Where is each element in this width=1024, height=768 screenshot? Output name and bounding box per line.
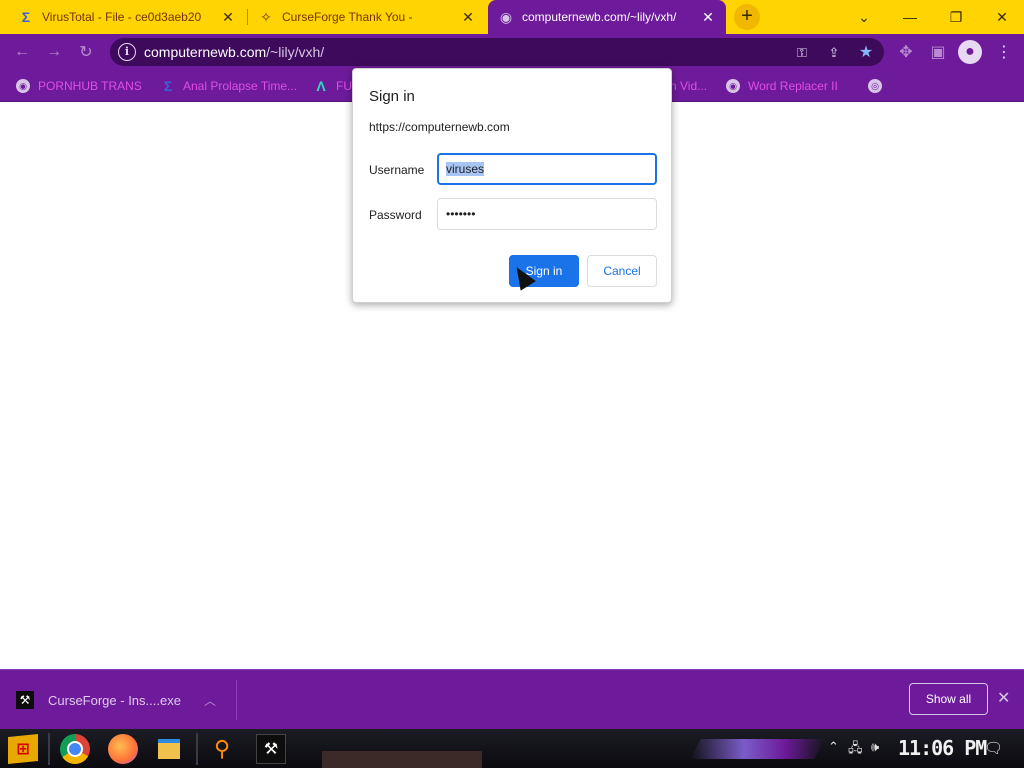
bookmark-label: PORNHUB TRANS	[38, 79, 142, 93]
download-bar: ⚒ CurseForge - Ins....exe ︿ Show all ✕	[0, 669, 1024, 729]
tab-virustotal[interactable]: Σ VirusTotal - File - ce0d3aeb20 ✕	[8, 0, 246, 34]
dialog-origin: https://computernewb.com	[369, 120, 510, 134]
start-button-icon[interactable]: ⊞	[8, 734, 38, 764]
download-filename: CurseForge - Ins....exe	[48, 692, 181, 708]
bookmark-item[interactable]: n Vid...	[670, 77, 707, 95]
chrome-icon: ◎	[868, 79, 882, 93]
search-icon[interactable]: ⚲	[207, 734, 237, 764]
download-item[interactable]: ⚒ CurseForge - Ins....exe ︿	[16, 686, 216, 714]
divider	[236, 680, 237, 720]
taskbar-decoration	[690, 739, 825, 759]
globe-icon: ◉	[726, 79, 740, 93]
reload-icon[interactable]: ↻	[74, 40, 98, 64]
clock[interactable]: 11:06 PM	[898, 736, 987, 760]
username-field[interactable]: viruses	[437, 153, 657, 185]
bookmark-label: n Vid...	[670, 79, 708, 93]
firefox-icon[interactable]	[108, 734, 138, 764]
tab-title: VirusTotal - File - ce0d3aeb20	[42, 10, 202, 24]
share-icon[interactable]: ⇪	[824, 43, 844, 63]
bookmark-item[interactable]: ◉ Word Replacer II	[726, 77, 838, 95]
username-label: Username	[369, 163, 425, 177]
notifications-icon[interactable]: 🗨	[984, 739, 1003, 757]
close-icon[interactable]: ✕	[700, 9, 716, 26]
tab-title: CurseForge Thank You -	[282, 10, 413, 24]
close-window-button[interactable]: ✕	[978, 0, 1024, 34]
bookmark-star-icon[interactable]: ★	[856, 43, 876, 63]
bookmark-label: Anal Prolapse Time...	[183, 79, 298, 93]
curseforge-icon: ⚒	[16, 691, 34, 709]
cancel-button[interactable]: Cancel	[587, 255, 657, 287]
forward-icon[interactable]: →	[42, 40, 66, 64]
dialog-title: Sign in	[369, 88, 415, 105]
taskbar-preview	[322, 751, 482, 768]
chrome-icon[interactable]	[60, 734, 90, 764]
chevron-up-icon[interactable]: ︿	[204, 692, 216, 709]
close-icon[interactable]: ✕	[460, 9, 476, 26]
file-explorer-icon[interactable]	[154, 734, 184, 764]
divider	[196, 733, 198, 765]
restore-button[interactable]: ❐	[932, 0, 980, 34]
profile-avatar-icon[interactable]: ●	[958, 40, 982, 64]
password-value: •••••••	[446, 207, 476, 221]
taskbar: ⊞ ⚲ ⚒ ⌃ 🖧 🕪 11:06 PM 🗨	[0, 729, 1024, 768]
lambda-icon: Λ	[316, 78, 326, 94]
tab-computernewb[interactable]: ◉ computernewb.com/~lily/vxh/ ✕	[488, 0, 726, 34]
close-icon[interactable]: ✕	[997, 688, 1010, 708]
chevron-up-icon[interactable]: ⌃	[828, 739, 839, 755]
divider	[48, 733, 50, 765]
extensions-icon[interactable]: ✥	[894, 40, 918, 64]
virustotal-icon: Σ	[163, 78, 173, 94]
url-host: computernewb.com	[144, 44, 267, 60]
site-info-icon[interactable]: i	[118, 43, 136, 61]
close-icon[interactable]: ✕	[220, 9, 236, 26]
side-panel-icon[interactable]: ▣	[926, 40, 950, 64]
show-all-button[interactable]: Show all	[909, 683, 988, 715]
tab-curseforge[interactable]: ✧ CurseForge Thank You - ✕	[248, 0, 486, 34]
bookmark-item[interactable]: ◎	[868, 77, 882, 95]
volume-icon[interactable]: 🕪	[871, 739, 879, 755]
menu-icon[interactable]: ⋮	[992, 40, 1016, 64]
tab-search-icon[interactable]: ⌄	[840, 0, 888, 34]
username-value: viruses	[446, 162, 485, 176]
key-icon[interactable]: ⚿	[792, 43, 812, 63]
url-path: /~lily/vxh/	[266, 44, 325, 60]
tab-title: computernewb.com/~lily/vxh/	[522, 10, 677, 24]
curseforge-icon[interactable]: ⚒	[256, 734, 286, 764]
browser-toolbar: ← → ↻ i computernewb.com/~lily/vxh/ ⚿ ⇪ …	[0, 34, 1024, 70]
virustotal-icon: Σ	[21, 9, 31, 25]
url-text: computernewb.com/~lily/vxh/	[144, 44, 324, 60]
globe-icon: ◉	[16, 79, 30, 93]
network-icon[interactable]: 🖧	[848, 739, 863, 761]
bookmark-item[interactable]: Σ Anal Prolapse Time...	[161, 77, 297, 95]
curseforge-icon: ✧	[260, 8, 272, 25]
bookmark-item[interactable]: ◉ PORNHUB TRANS	[16, 77, 142, 95]
password-field[interactable]: •••••••	[437, 198, 657, 230]
minimize-button[interactable]: —	[886, 0, 934, 34]
password-label: Password	[369, 208, 422, 222]
tab-strip: Σ VirusTotal - File - ce0d3aeb20 ✕ ✧ Cur…	[0, 0, 1024, 34]
bookmark-label: FU	[336, 79, 352, 93]
bookmark-item[interactable]: Λ FU	[314, 77, 352, 95]
sign-in-dialog: Sign in https://computernewb.com Usernam…	[352, 68, 672, 303]
address-bar[interactable]: i computernewb.com/~lily/vxh/ ⚿ ⇪ ★	[110, 38, 884, 66]
back-icon[interactable]: ←	[10, 40, 34, 64]
bookmark-label: Word Replacer II	[748, 79, 838, 93]
new-tab-button[interactable]: +	[734, 4, 760, 30]
globe-icon: ◉	[499, 8, 513, 25]
